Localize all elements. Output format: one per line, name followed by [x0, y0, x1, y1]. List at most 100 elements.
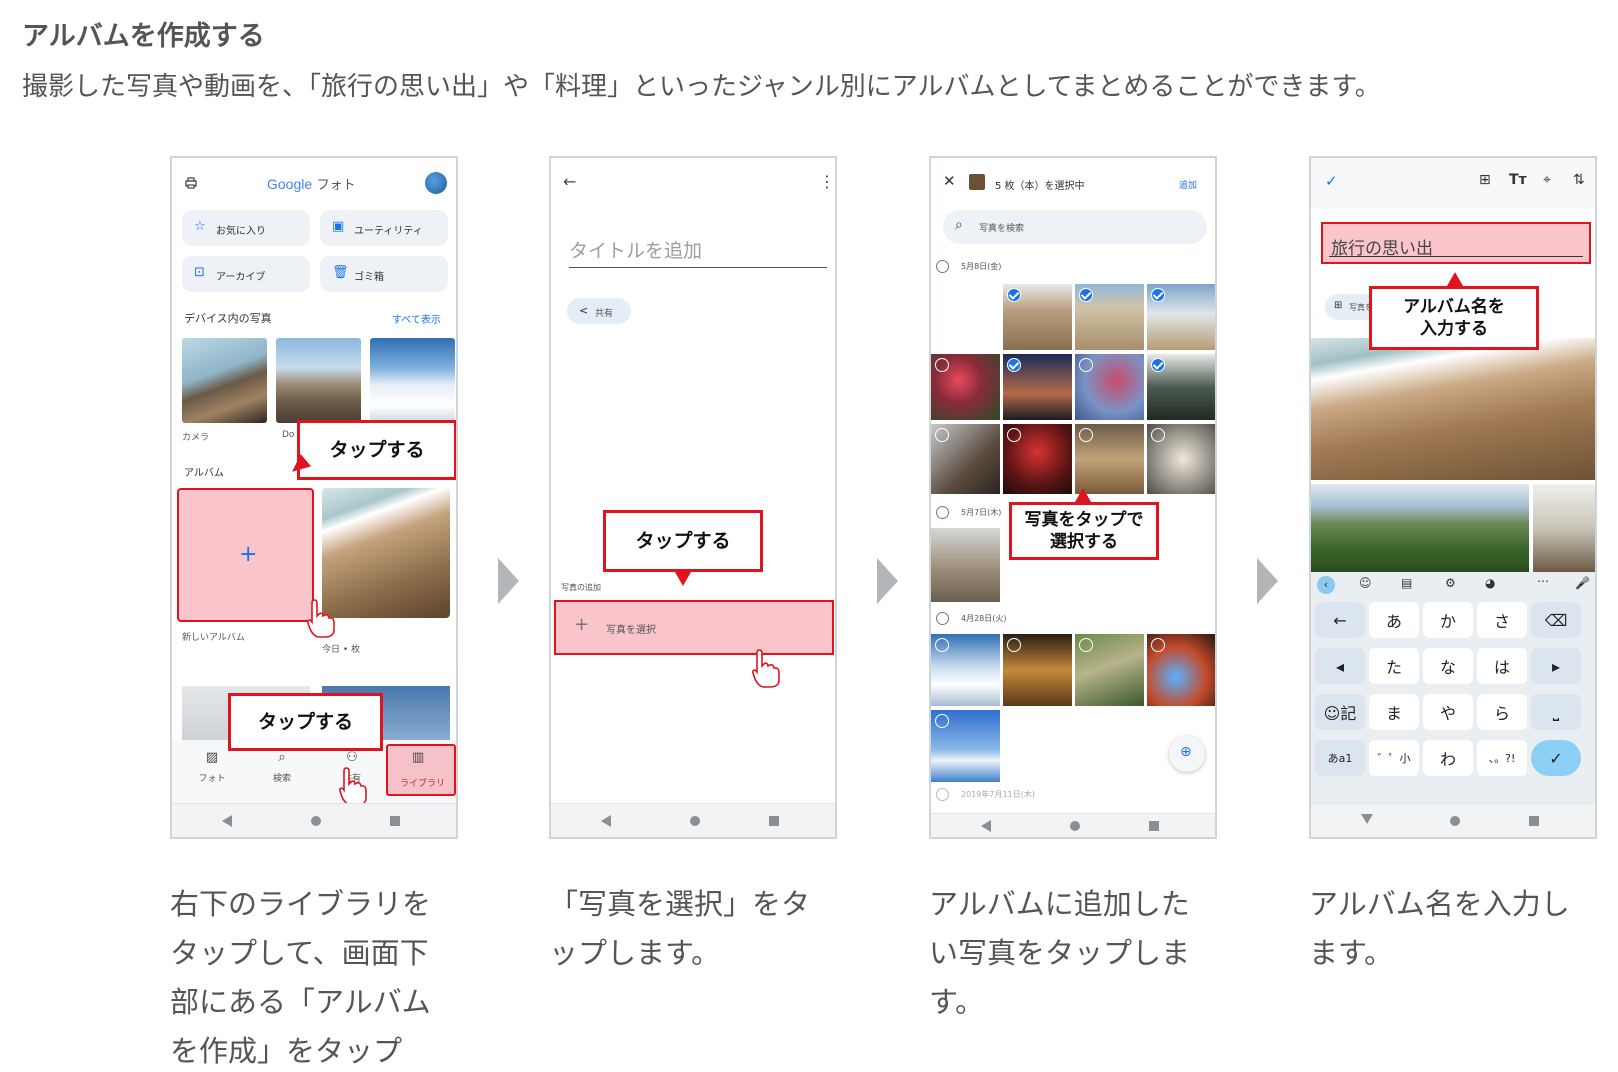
album-name-input[interactable]: 旅行の思い出 [1321, 222, 1591, 264]
select-checkbox[interactable] [1151, 428, 1165, 442]
select-checkbox[interactable] [935, 288, 949, 302]
nav-library[interactable]: ▥ ライブラリ [386, 744, 456, 796]
keyboard-key[interactable]: 、。?! [1477, 740, 1527, 776]
photo-tile[interactable] [1003, 354, 1072, 420]
close-icon[interactable]: ✕ [943, 172, 956, 190]
keyboard-key[interactable]: ▸ [1531, 648, 1581, 684]
nav-search[interactable]: ⌕ 検索 [262, 750, 302, 784]
select-checkbox[interactable] [1007, 428, 1021, 442]
photo-tile[interactable] [1147, 354, 1215, 420]
search-bar[interactable]: ⌕ 写真を検索 [943, 210, 1207, 244]
select-checkbox[interactable] [1151, 638, 1165, 652]
keyboard-key[interactable]: ら [1477, 694, 1527, 730]
select-checkbox[interactable] [1151, 288, 1165, 302]
keyboard-key[interactable]: や [1423, 694, 1473, 730]
photo-tile[interactable] [1003, 284, 1072, 350]
select-checkbox[interactable] [1007, 358, 1021, 372]
select-checkbox[interactable] [1151, 358, 1165, 372]
see-all-link[interactable]: すべて表示 [392, 311, 441, 326]
date-select-radio[interactable] [936, 506, 949, 519]
back-arrow-icon[interactable]: ← [563, 172, 576, 191]
keyboard-key[interactable]: あa1 [1315, 740, 1365, 776]
keyboard-key[interactable]: ま [1369, 694, 1419, 730]
keyboard-key[interactable]: ⌫ [1531, 602, 1581, 638]
select-checkbox[interactable] [935, 638, 949, 652]
add-photo-icon[interactable]: ⊞ [1479, 172, 1491, 188]
keyboard-key[interactable]: な [1423, 648, 1473, 684]
new-album-button[interactable]: + [177, 488, 314, 622]
select-checkbox[interactable] [1079, 638, 1093, 652]
keyboard-key[interactable]: か [1423, 602, 1473, 638]
sort-icon[interactable]: ⇅ [1573, 172, 1585, 188]
settings-icon[interactable]: ⚙ [1445, 576, 1456, 590]
home-icon[interactable] [1450, 816, 1460, 826]
back-icon[interactable] [601, 815, 611, 827]
photo-tile[interactable] [931, 284, 1000, 350]
folder-thumb-download[interactable] [276, 338, 361, 423]
photo-tile[interactable] [931, 710, 1000, 782]
keyboard-key[interactable]: た [1369, 648, 1419, 684]
photo-tile[interactable] [1075, 634, 1144, 706]
clipboard-icon[interactable]: ▤ [1401, 576, 1412, 590]
keyboard-key[interactable]: さ [1477, 602, 1527, 638]
photo-tile[interactable] [1147, 424, 1215, 494]
photo-tile[interactable] [931, 354, 1000, 420]
chip-trash[interactable]: 🗑 ゴミ箱 [320, 256, 448, 292]
album-title-input[interactable]: タイトルを追加 [569, 236, 827, 268]
nav-photos[interactable]: ▨ フォト [192, 750, 232, 784]
home-icon[interactable] [1070, 821, 1080, 831]
photo-tile[interactable] [1075, 284, 1144, 350]
zoom-fab[interactable]: ⊕ [1169, 736, 1205, 772]
photo-tile[interactable] [1147, 284, 1215, 350]
avatar[interactable] [425, 172, 447, 194]
select-checkbox[interactable] [1007, 288, 1021, 302]
select-photos-button[interactable]: + 写真を選択 [554, 600, 834, 655]
keyboard-key[interactable]: は [1477, 648, 1527, 684]
photo-tile[interactable] [1003, 634, 1072, 706]
add-button[interactable]: 追加 [1179, 178, 1197, 191]
select-checkbox[interactable] [935, 714, 949, 728]
photo-tile[interactable] [1147, 634, 1215, 706]
more-icon[interactable]: ⋯ [1537, 574, 1549, 588]
back-icon[interactable] [981, 820, 991, 832]
select-checkbox[interactable] [1079, 288, 1093, 302]
back-icon[interactable] [222, 815, 232, 827]
chip-utilities[interactable]: ▣ ユーティリティ [320, 210, 448, 246]
select-checkbox[interactable] [1079, 358, 1093, 372]
recents-icon[interactable] [1529, 816, 1539, 826]
photo-tile[interactable] [1075, 354, 1144, 420]
select-checkbox[interactable] [1007, 638, 1021, 652]
date-select-radio[interactable] [936, 788, 949, 801]
keyboard-key[interactable]: ✓ [1531, 740, 1581, 776]
photo-tile[interactable] [931, 528, 1000, 602]
mic-icon[interactable]: 🎤 [1575, 576, 1590, 590]
location-icon[interactable]: ⌖ [1543, 172, 1551, 188]
recents-icon[interactable] [1149, 821, 1159, 831]
keyboard-key[interactable]: ☺記 [1315, 694, 1365, 730]
emoji-icon[interactable]: ☺ [1359, 576, 1372, 590]
palette-icon[interactable]: ◕ [1485, 576, 1495, 590]
text-format-icon[interactable]: Tт [1509, 172, 1527, 188]
keyboard-key[interactable]: わ [1423, 740, 1473, 776]
chip-archive[interactable]: ⊡ アーカイブ [182, 256, 310, 292]
collapse-icon[interactable]: ‹ [1317, 576, 1335, 594]
photo-tile[interactable] [1003, 424, 1072, 494]
recents-icon[interactable] [769, 816, 779, 826]
keyboard-key[interactable]: ゛゜小 [1369, 740, 1419, 776]
photo-tile[interactable] [931, 634, 1000, 706]
keyboard-key[interactable]: ← [1315, 602, 1365, 638]
date-select-radio[interactable] [936, 260, 949, 273]
keyboard-key[interactable]: あ [1369, 602, 1419, 638]
select-checkbox[interactable] [935, 358, 949, 372]
select-checkbox[interactable] [1079, 428, 1093, 442]
photo-tile[interactable] [931, 424, 1000, 494]
overflow-menu-icon[interactable]: ⋮ [819, 172, 835, 191]
album-thumb-beach[interactable] [322, 488, 450, 618]
done-check-icon[interactable]: ✓ [1325, 172, 1338, 190]
keyboard-hide-icon[interactable] [1361, 814, 1373, 824]
keyboard-key[interactable]: ◂ [1315, 648, 1365, 684]
chip-favorites[interactable]: ☆ お気に入り [182, 210, 310, 246]
keyboard-key[interactable]: ⎵ [1531, 694, 1581, 730]
folder-thumb-snow[interactable] [370, 338, 455, 423]
share-button[interactable]: < 共有 [567, 298, 631, 324]
